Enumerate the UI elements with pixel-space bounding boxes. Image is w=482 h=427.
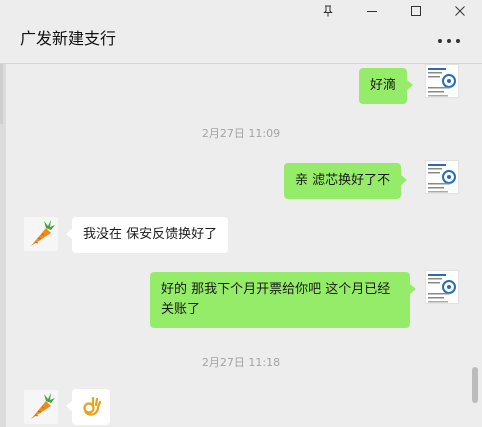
- scrollbar-thumb[interactable]: [472, 367, 478, 403]
- contact-message-bubble[interactable]: 👌: [66, 389, 110, 425]
- avatar-image: [426, 65, 458, 97]
- ok-hand-icon: [83, 396, 102, 416]
- message-list[interactable]: 好滴 2月27日 11:09 亲 滤芯换好了不 我没在 保安反馈换好了 好的 那…: [0, 64, 470, 427]
- carrot-icon: [24, 390, 58, 424]
- more-horizontal-icon[interactable]: [438, 34, 460, 48]
- close-icon[interactable]: [438, 0, 482, 22]
- timestamp: 2月27日 11:09: [201, 127, 281, 140]
- my-message-bubble[interactable]: 亲 滤芯换好了不: [284, 163, 408, 199]
- my-avatar[interactable]: [425, 270, 459, 304]
- message-text: 亲 滤芯换好了不: [295, 173, 391, 188]
- maximize-icon[interactable]: [394, 0, 438, 22]
- avatar-image: [426, 271, 458, 303]
- contact-message-bubble[interactable]: 我没在 保安反馈换好了: [65, 217, 229, 253]
- contact-avatar[interactable]: [24, 390, 58, 424]
- minimize-icon[interactable]: [350, 0, 394, 22]
- chat-header: 广发新建支行: [0, 0, 482, 64]
- pin-icon[interactable]: [306, 0, 350, 22]
- my-message-bubble[interactable]: 好滴: [359, 68, 414, 104]
- carrot-icon: [24, 217, 58, 251]
- my-message-bubble[interactable]: 好的 那我下个月开票给你吧 这个月已经关账了: [150, 272, 416, 328]
- message-text: 我没在 保安反馈换好了: [83, 227, 218, 242]
- message-text: 好滴: [370, 78, 397, 93]
- contact-avatar[interactable]: [24, 217, 58, 251]
- message-text: 好的 那我下个月开票给你吧 这个月已经关账了: [161, 282, 391, 317]
- timestamp: 2月27日 11:18: [201, 356, 281, 369]
- avatar-image: [426, 161, 458, 193]
- my-avatar[interactable]: [425, 160, 459, 194]
- window-controls: [306, 0, 482, 22]
- chat-title: 广发新建支行: [20, 29, 117, 48]
- my-avatar[interactable]: [425, 64, 459, 98]
